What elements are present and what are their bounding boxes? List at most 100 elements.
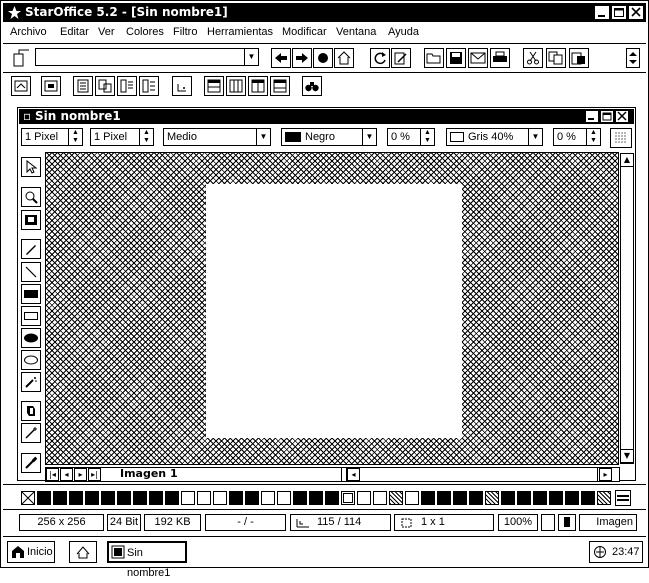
palette-swatch[interactable] — [277, 491, 291, 505]
menu-filtro[interactable]: Filtro — [173, 26, 197, 38]
palette-swatch[interactable] — [517, 491, 531, 505]
palette-swatch[interactable] — [453, 491, 467, 505]
menu-editar[interactable]: Editar — [60, 26, 89, 38]
palette-swatch[interactable] — [469, 491, 483, 505]
first-tab-icon[interactable]: |◂ — [46, 468, 59, 481]
window-layout-2-button[interactable] — [226, 76, 246, 96]
eraser-tool-button[interactable] — [21, 401, 41, 421]
palette-swatch[interactable] — [53, 491, 67, 505]
magic-wand-tool-button[interactable] — [21, 423, 41, 443]
chevron-down-icon[interactable]: ▼ — [244, 49, 258, 65]
palette-swatch[interactable] — [325, 491, 339, 505]
title-bar[interactable]: StarOffice 5.2 - [Sin nombre1] — [3, 3, 646, 22]
paste-button[interactable] — [569, 48, 589, 68]
color-select[interactable]: Negro ▼ — [281, 128, 377, 146]
eyedropper-tool-button[interactable] — [21, 453, 41, 473]
maximize-button[interactable] — [611, 5, 627, 20]
palette-swatch[interactable] — [597, 491, 611, 505]
forward-button[interactable] — [292, 48, 312, 68]
transparency-2-stepper[interactable]: 0 % ▲ ▼ — [553, 128, 601, 146]
no-color-icon[interactable] — [21, 491, 35, 505]
palette-swatch[interactable] — [149, 491, 163, 505]
fill-select[interactable]: Gris 40% ▼ — [446, 128, 543, 146]
properties-button[interactable] — [11, 76, 31, 96]
palette-swatch[interactable] — [405, 491, 419, 505]
insert-button[interactable] — [172, 76, 192, 96]
palette-swatch[interactable] — [85, 491, 99, 505]
view-mode-3-button[interactable] — [117, 76, 137, 96]
palette-swatch[interactable] — [181, 491, 195, 505]
pen-tool-button[interactable] — [21, 239, 41, 259]
menu-herramientas[interactable]: Herramientas — [207, 26, 273, 38]
palette-swatch[interactable] — [213, 491, 227, 505]
edit-file-button[interactable] — [391, 48, 411, 68]
document-title-bar[interactable]: ▫ Sin nombre1 — [19, 109, 634, 124]
menu-modificar[interactable]: Modificar — [282, 26, 327, 38]
palette-swatch[interactable] — [37, 491, 51, 505]
back-button[interactable] — [271, 48, 291, 68]
menu-ver[interactable]: Ver — [98, 26, 115, 38]
minimize-button[interactable] — [594, 5, 610, 20]
quickstart-button[interactable] — [69, 541, 97, 563]
zoom-status[interactable]: 100% — [498, 514, 538, 531]
line-width-1-stepper[interactable]: 1 Pixel ▲ ▼ — [21, 128, 83, 146]
filled-ellipse-tool-button[interactable] — [21, 328, 41, 348]
cut-button[interactable] — [523, 48, 543, 68]
image-options-button[interactable] — [41, 76, 61, 96]
palette-swatch[interactable] — [373, 491, 387, 505]
scroll-left-icon[interactable]: ◂ — [347, 468, 360, 481]
palette-swatch[interactable] — [341, 491, 355, 505]
palette-swatch[interactable] — [485, 491, 499, 505]
sheet-tab[interactable]: Imagen 1 — [114, 467, 184, 481]
palette-swatch[interactable] — [421, 491, 435, 505]
scroll-right-icon[interactable]: ▸ — [599, 468, 612, 481]
view-mode-2-button[interactable] — [95, 76, 115, 96]
palette-swatch[interactable] — [229, 491, 243, 505]
network-icon[interactable] — [593, 545, 607, 559]
palette-swatch[interactable] — [245, 491, 259, 505]
home-button[interactable] — [334, 48, 354, 68]
save-button[interactable] — [446, 48, 466, 68]
palette-swatch[interactable] — [581, 491, 595, 505]
palette-swatch[interactable] — [133, 491, 147, 505]
next-tab-icon[interactable]: ▸ — [74, 468, 87, 481]
scroll-up-icon[interactable]: ▲ — [620, 153, 634, 167]
window-layout-4-button[interactable] — [270, 76, 290, 96]
palette-swatch[interactable] — [565, 491, 579, 505]
stop-button[interactable] — [313, 48, 333, 68]
select-tool-button[interactable] — [21, 157, 41, 177]
line-tool-button[interactable] — [21, 262, 41, 282]
menu-colores[interactable]: Colores — [126, 26, 164, 38]
palette-swatch[interactable] — [165, 491, 179, 505]
palette-swatch[interactable] — [437, 491, 451, 505]
palette-swatch[interactable] — [261, 491, 275, 505]
palette-swatch[interactable] — [117, 491, 131, 505]
palette-menu-button[interactable] — [615, 490, 631, 506]
scroll-track[interactable] — [620, 167, 634, 459]
navigator-button[interactable] — [302, 76, 322, 96]
start-button[interactable]: Inicio — [7, 541, 55, 563]
stepper-icon[interactable]: ▲ ▼ — [139, 129, 153, 145]
ellipse-tool-button[interactable] — [21, 350, 41, 370]
reload-button[interactable] — [370, 48, 390, 68]
quality-select[interactable]: Medio ▼ — [163, 128, 271, 146]
palette-swatch[interactable] — [69, 491, 83, 505]
chevron-down-icon[interactable]: ▼ — [362, 129, 376, 145]
palette-swatch[interactable] — [549, 491, 563, 505]
grid-button[interactable] — [610, 128, 632, 148]
palette-swatch[interactable] — [101, 491, 115, 505]
image-canvas[interactable] — [206, 184, 462, 438]
toolbar-spinner[interactable] — [626, 48, 640, 68]
stepper-icon[interactable]: ▲ ▼ — [586, 129, 600, 145]
zoom-tool-button[interactable] — [21, 187, 41, 207]
doc-close-button[interactable] — [615, 110, 629, 123]
doc-maximize-button[interactable] — [600, 110, 614, 123]
transparency-1-stepper[interactable]: 0 % ▲ ▼ — [387, 128, 435, 146]
window-layout-1-button[interactable] — [204, 76, 224, 96]
view-mode-4-button[interactable] — [139, 76, 159, 96]
stepper-icon[interactable]: ▲ ▼ — [68, 129, 82, 145]
stepper-icon[interactable]: ▲ ▼ — [420, 129, 434, 145]
prev-tab-icon[interactable]: ◂ — [60, 468, 73, 481]
chevron-down-icon[interactable]: ▼ — [528, 129, 542, 145]
rectangle-tool-button[interactable] — [21, 306, 41, 326]
